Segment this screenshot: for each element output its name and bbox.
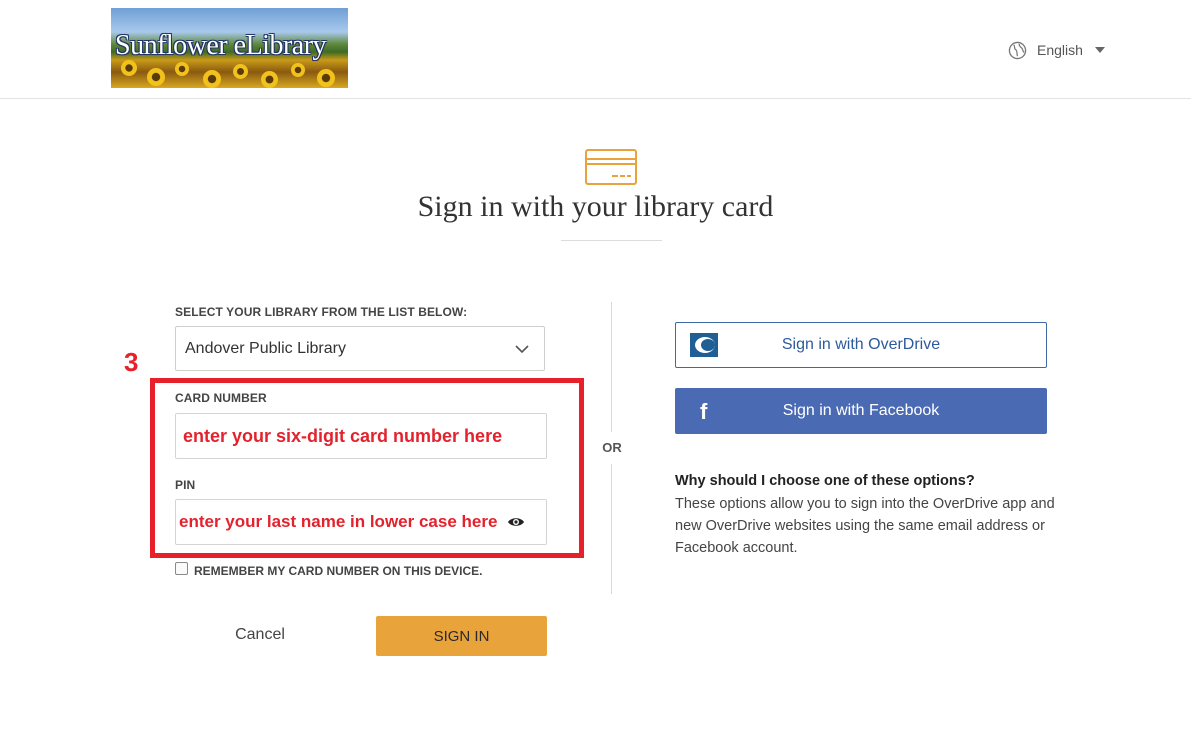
card-number-label: CARD NUMBER [175,391,267,405]
library-card-icon [585,149,637,185]
facebook-icon: f [700,399,708,424]
chevron-down-icon [515,345,529,354]
language-selector[interactable]: English [1008,40,1105,60]
pin-input[interactable]: enter your last name in lower case here [175,499,547,545]
sunflower-elibrary-logo[interactable]: Sunflower eLibrary [111,8,348,88]
globe-icon [1008,41,1027,59]
library-select[interactable]: Andover Public Library [175,326,545,371]
card-number-value: enter your six-digit card number here [183,425,503,446]
cancel-button[interactable]: Cancel [225,626,295,644]
pin-label: PIN [175,478,196,492]
overdrive-sign-in-button[interactable]: Sign in with OverDrive [675,322,1047,368]
sign-in-button[interactable]: SIGN IN [376,616,547,656]
library-select-value: Andover Public Library [185,339,346,357]
vertical-divider-bottom [611,464,612,594]
logo-text: Sunflower eLibrary [115,30,327,61]
remember-card-label: REMEMBER MY CARD NUMBER ON THIS DEVICE. [194,564,483,578]
overdrive-button-label: Sign in with OverDrive [781,336,941,353]
facebook-sign-in-button[interactable]: f Sign in with Facebook [675,388,1047,434]
page-title: Sign in with your library card [417,190,774,223]
title-divider [561,240,662,241]
remember-card-checkbox[interactable] [175,562,188,575]
or-separator: OR [602,440,622,455]
why-options-heading: Why should I choose one of these options… [675,473,975,489]
step-number-annotation: 3 [124,347,139,377]
eye-icon[interactable] [507,516,525,528]
library-select-label: SELECT YOUR LIBRARY FROM THE LIST BELOW: [175,305,468,319]
caret-down-icon [1094,47,1105,53]
overdrive-icon [690,333,718,357]
pin-value: enter your last name in lower case here [179,512,498,531]
language-label: English [1037,42,1083,58]
why-options-text: These options allow you to sign into the… [675,496,1055,556]
card-number-input[interactable]: enter your six-digit card number here [175,413,547,459]
facebook-button-label: Sign in with Facebook [782,402,940,419]
vertical-divider-top [611,302,612,432]
